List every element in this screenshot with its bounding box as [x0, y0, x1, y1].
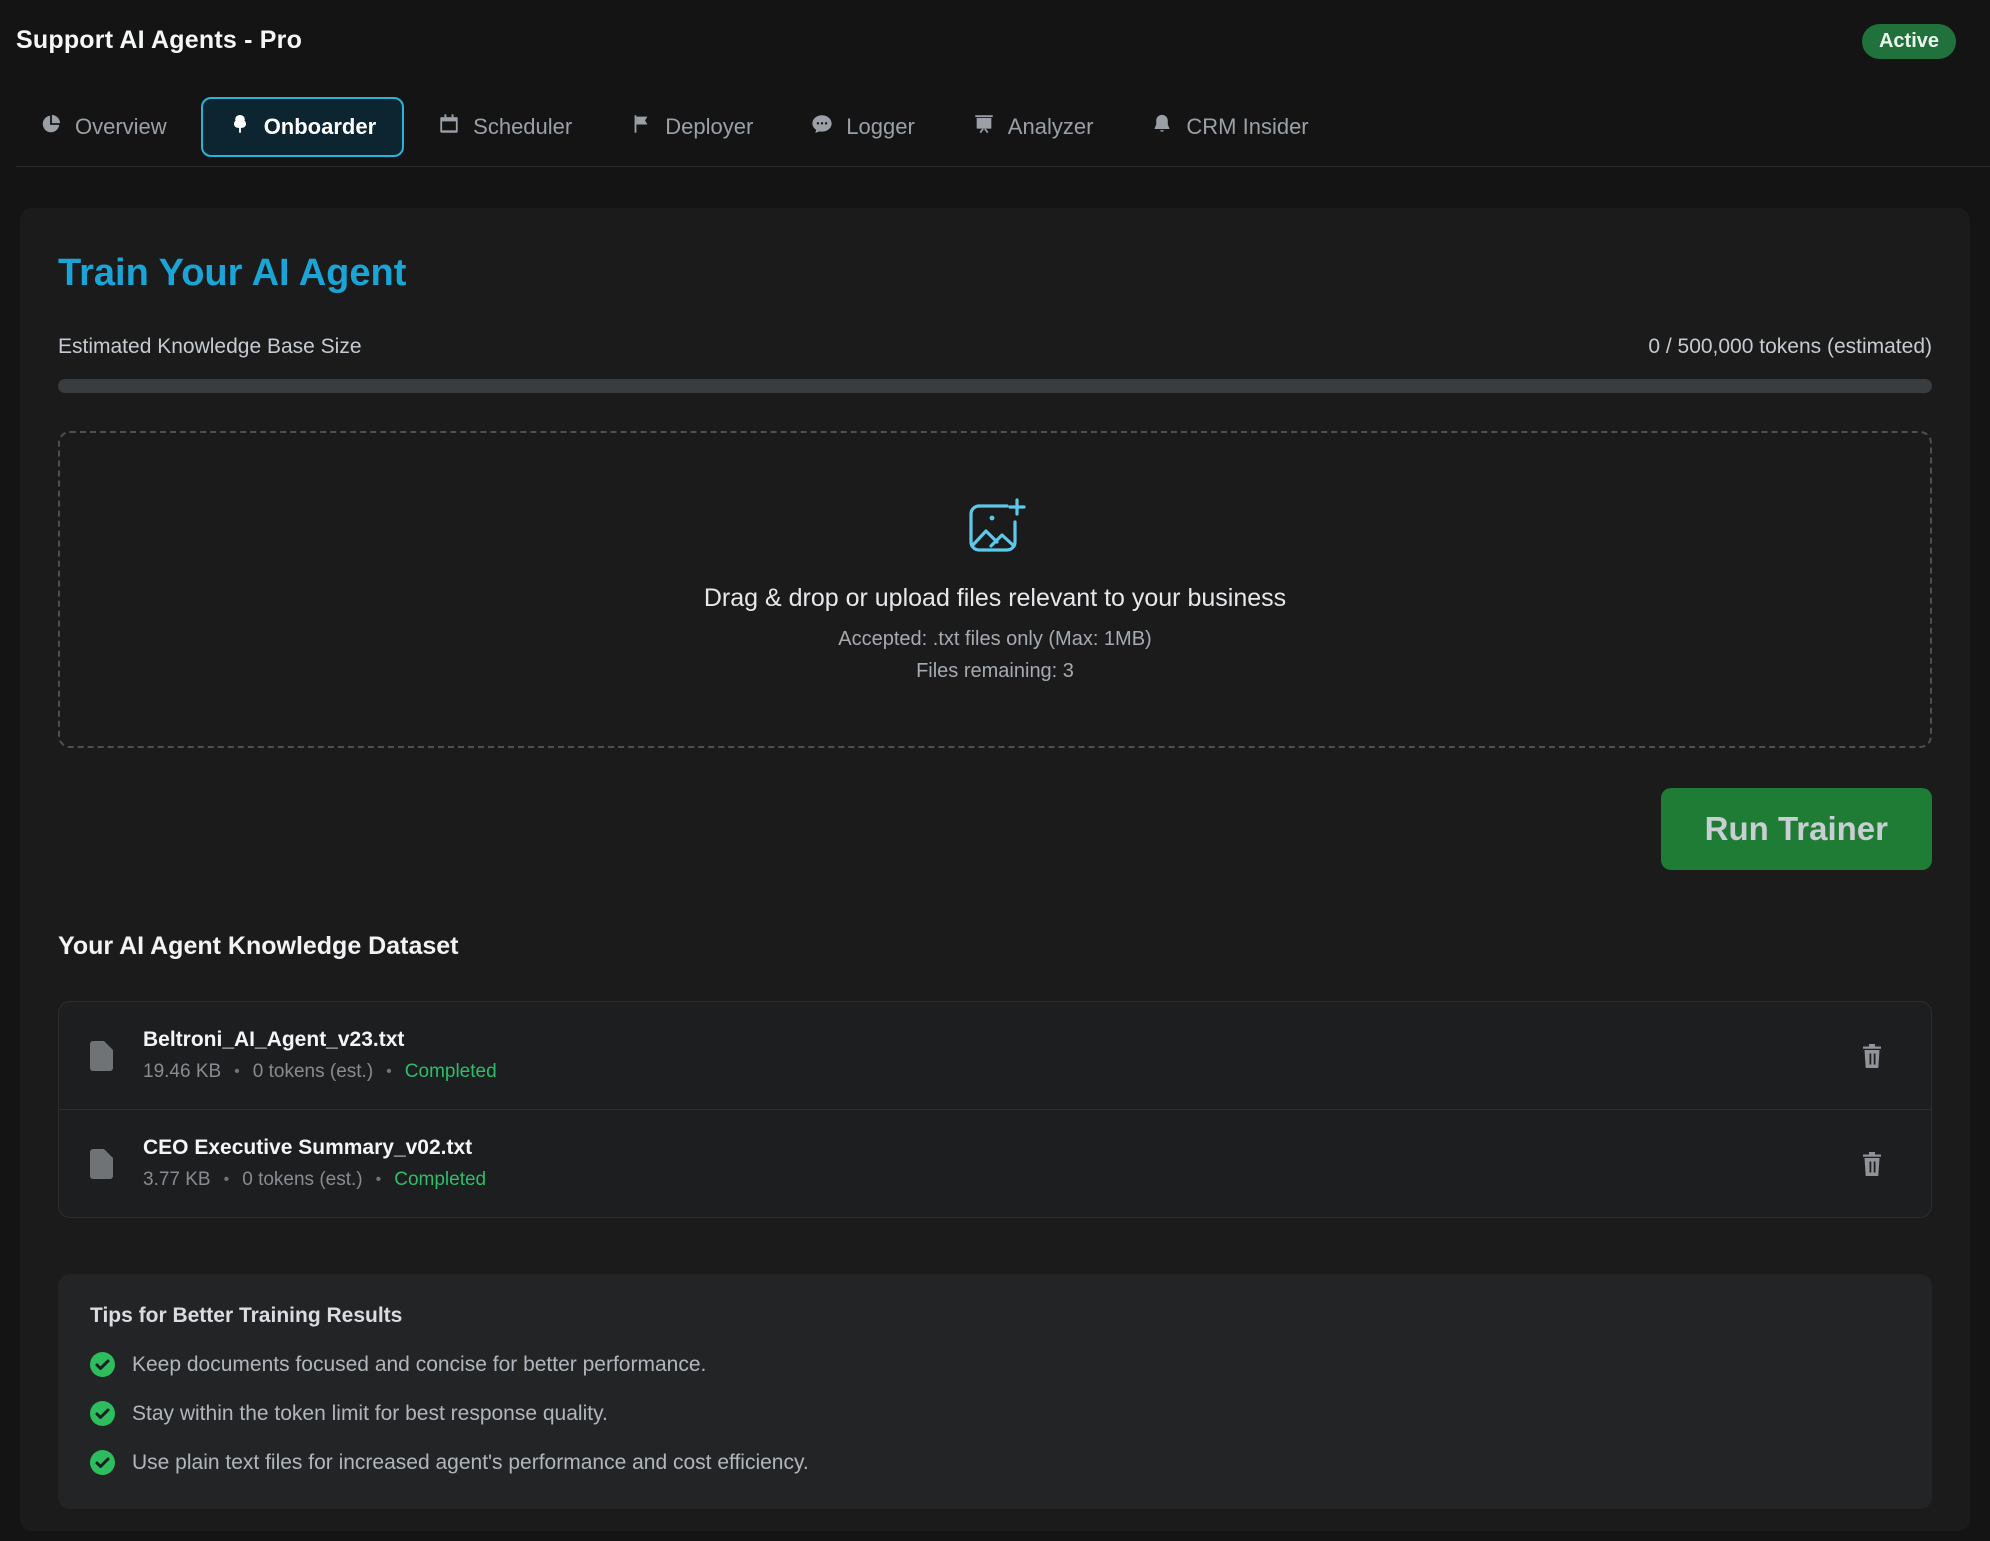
file-meta: 19.46 KB • 0 tokens (est.) • Completed	[143, 1061, 497, 1083]
tip-text: Use plain text files for increased agent…	[132, 1451, 809, 1475]
tips-panel: Tips for Better Training Results Keep do…	[58, 1274, 1932, 1509]
image-plus-icon	[961, 496, 1029, 560]
tip-item: Keep documents focused and concise for b…	[90, 1352, 1900, 1377]
check-circle-icon	[90, 1450, 115, 1475]
file-info: Beltroni_AI_Agent_v23.txt 19.46 KB • 0 t…	[143, 1028, 497, 1083]
trash-icon	[1861, 1044, 1883, 1068]
tree-icon	[229, 113, 251, 141]
tab-bar: Overview Onboarder Scheduler Deployer Lo…	[16, 97, 1990, 167]
file-icon	[89, 1041, 113, 1071]
file-list: Beltroni_AI_Agent_v23.txt 19.46 KB • 0 t…	[58, 1001, 1932, 1218]
tip-text: Stay within the token limit for best res…	[132, 1402, 608, 1426]
file-icon	[89, 1149, 113, 1179]
tab-crm-insider[interactable]: CRM Insider	[1127, 97, 1332, 157]
tab-scheduler[interactable]: Scheduler	[414, 97, 596, 157]
pie-chart-icon	[40, 113, 62, 141]
bell-icon	[1151, 113, 1173, 141]
tab-label: Analyzer	[1008, 114, 1094, 140]
kb-progress-bar	[58, 379, 1932, 393]
actions-row: Run Trainer	[58, 788, 1932, 870]
tab-label: Deployer	[665, 114, 753, 140]
tab-overview[interactable]: Overview	[16, 97, 191, 157]
status-badge: Active	[1862, 24, 1956, 59]
chat-bubble-icon	[811, 113, 833, 141]
tip-item: Use plain text files for increased agent…	[90, 1450, 1900, 1475]
flag-icon	[630, 113, 652, 141]
kb-size-label: Estimated Knowledge Base Size	[58, 335, 362, 359]
run-trainer-button[interactable]: Run Trainer	[1661, 788, 1932, 870]
file-tokens: 0 tokens (est.)	[253, 1061, 373, 1083]
file-name: Beltroni_AI_Agent_v23.txt	[143, 1028, 497, 1052]
calendar-icon	[438, 113, 460, 141]
separator-dot: •	[376, 1171, 382, 1189]
tab-label: Onboarder	[264, 114, 376, 140]
app-header: Support AI Agents - Pro Active	[0, 0, 1990, 59]
file-name: CEO Executive Summary_v02.txt	[143, 1136, 486, 1160]
dropzone-title: Drag & drop or upload files relevant to …	[704, 584, 1286, 613]
file-tokens: 0 tokens (est.)	[242, 1169, 362, 1191]
delete-file-button[interactable]	[1857, 1148, 1887, 1180]
tab-label: Logger	[846, 114, 915, 140]
kb-token-count: 0 / 500,000 tokens (estimated)	[1648, 335, 1932, 359]
knowledge-base-size-row: Estimated Knowledge Base Size 0 / 500,00…	[58, 335, 1932, 359]
file-size: 3.77 KB	[143, 1169, 211, 1191]
tab-label: Scheduler	[473, 114, 572, 140]
app-title: Support AI Agents - Pro	[16, 24, 302, 55]
delete-file-button[interactable]	[1857, 1040, 1887, 1072]
file-row: CEO Executive Summary_v02.txt 3.77 KB • …	[59, 1109, 1931, 1217]
file-status: Completed	[394, 1169, 486, 1191]
tab-deployer[interactable]: Deployer	[606, 97, 777, 157]
dropzone-remaining-text: Files remaining: 3	[916, 660, 1074, 683]
check-circle-icon	[90, 1352, 115, 1377]
trainer-panel: Train Your AI Agent Estimated Knowledge …	[20, 208, 1970, 1531]
file-meta: 3.77 KB • 0 tokens (est.) • Completed	[143, 1169, 486, 1191]
file-size: 19.46 KB	[143, 1061, 221, 1083]
check-circle-icon	[90, 1401, 115, 1426]
tab-label: Overview	[75, 114, 167, 140]
file-status: Completed	[405, 1061, 497, 1083]
separator-dot: •	[386, 1063, 392, 1081]
dataset-heading: Your AI Agent Knowledge Dataset	[58, 932, 1932, 961]
tab-onboarder[interactable]: Onboarder	[201, 97, 404, 157]
trash-icon	[1861, 1152, 1883, 1176]
separator-dot: •	[224, 1171, 230, 1189]
presentation-chart-icon	[973, 113, 995, 141]
file-dropzone[interactable]: Drag & drop or upload files relevant to …	[58, 431, 1932, 748]
file-row: Beltroni_AI_Agent_v23.txt 19.46 KB • 0 t…	[59, 1002, 1931, 1109]
tab-logger[interactable]: Logger	[787, 97, 939, 157]
tips-heading: Tips for Better Training Results	[90, 1304, 1900, 1328]
tab-label: CRM Insider	[1186, 114, 1308, 140]
page-title: Train Your AI Agent	[58, 252, 1932, 295]
tip-text: Keep documents focused and concise for b…	[132, 1353, 706, 1377]
tab-analyzer[interactable]: Analyzer	[949, 97, 1118, 157]
dropzone-accepted-text: Accepted: .txt files only (Max: 1MB)	[838, 628, 1151, 651]
file-info: CEO Executive Summary_v02.txt 3.77 KB • …	[143, 1136, 486, 1191]
tip-item: Stay within the token limit for best res…	[90, 1401, 1900, 1426]
separator-dot: •	[234, 1063, 240, 1081]
